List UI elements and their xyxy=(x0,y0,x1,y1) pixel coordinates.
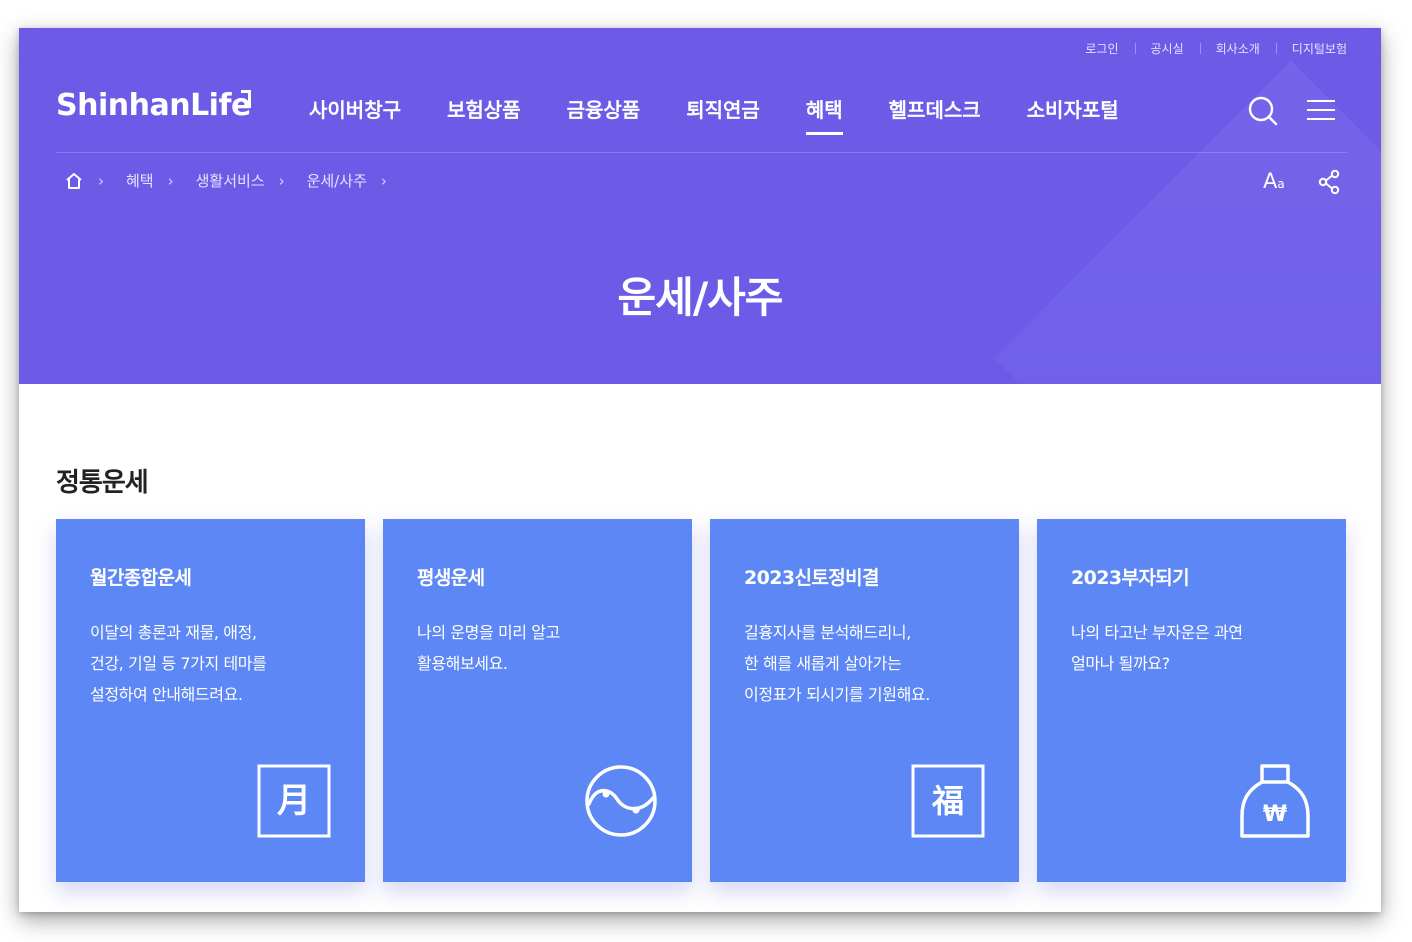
card-description: 나의 운명을 미리 알고 활용해보세요. xyxy=(417,623,560,673)
global-nav: 사이버창구 보험상품 금융상품 퇴직연금 혜택 헬프데스크 소비자포털 xyxy=(309,94,1165,135)
utility-disclosure-link[interactable]: 공시실 xyxy=(1134,40,1200,57)
gnb-item-insurance[interactable]: 보험상품 xyxy=(447,94,521,133)
breadcrumb-label: 생활서비스 xyxy=(195,172,265,190)
gnb-item-cyber[interactable]: 사이버창구 xyxy=(309,94,401,133)
section-title: 정통운세 xyxy=(56,468,149,498)
hero-banner: 로그인 공시실 회사소개 디지털보험 ShinhanLife 사이버창구 보험상… xyxy=(19,28,1381,384)
card-wealth-fortune[interactable]: 2023부자되기 나의 타고난 부자운은 과연 얼마나 될까요? ₩ xyxy=(1037,519,1346,882)
utility-login-link[interactable]: 로그인 xyxy=(1069,40,1134,57)
font-size-small-letter: a xyxy=(1277,177,1285,191)
breadcrumb-home[interactable]: › xyxy=(64,171,126,191)
chevron-right-icon: › xyxy=(98,171,104,190)
fortune-card-list: 월간종합운세 이달의 총론과 재물, 애정, 건강, 기일 등 7가지 테마를 … xyxy=(56,519,1346,882)
breadcrumb-item[interactable]: 운세/사주 › xyxy=(307,170,409,191)
gnb-item-helpdesk[interactable]: 헬프데스크 xyxy=(889,94,981,133)
card-title: 평생운세 xyxy=(417,567,485,589)
chevron-right-icon: › xyxy=(167,171,174,190)
card-title: 2023부자되기 xyxy=(1071,567,1190,589)
card-icon-glyph: 月 xyxy=(277,781,311,821)
calendar-month-icon: 月 xyxy=(257,764,331,838)
yin-yang-icon xyxy=(585,765,657,837)
gnb-item-pension[interactable]: 퇴직연금 xyxy=(686,94,760,133)
fortune-character-icon: 福 xyxy=(911,764,985,838)
share-icon[interactable] xyxy=(1317,169,1341,195)
menu-icon[interactable] xyxy=(1307,98,1335,122)
logo-mark-icon xyxy=(241,90,251,108)
utility-company-link[interactable]: 회사소개 xyxy=(1199,40,1276,57)
card-icon-glyph: 福 xyxy=(931,782,964,820)
breadcrumb-item[interactable]: 생활서비스 › xyxy=(196,170,307,191)
breadcrumb-label: 혜택 xyxy=(126,172,154,190)
card-description: 나의 타고난 부자운은 과연 얼마나 될까요? xyxy=(1071,623,1243,673)
chevron-right-icon: › xyxy=(380,171,387,190)
breadcrumb-item[interactable]: 혜택 › xyxy=(126,170,196,191)
breadcrumb: › 혜택 › 생활서비스 › 운세/사주 › xyxy=(64,170,409,191)
home-icon xyxy=(66,172,82,189)
gnb-item-benefits[interactable]: 혜택 xyxy=(805,94,843,135)
header-divider xyxy=(56,152,1347,153)
card-tojeong-fortune[interactable]: 2023신토정비결 길흉지사를 분석해드리니, 한 해를 새롭게 살아가는 이정… xyxy=(710,519,1019,882)
card-description: 길흉지사를 분석해드리니, 한 해를 새롭게 살아가는 이정표가 되시기를 기원… xyxy=(744,623,930,704)
gnb-item-finance[interactable]: 금융상품 xyxy=(567,94,641,133)
card-title: 월간종합운세 xyxy=(90,567,192,589)
browser-frame: 로그인 공시실 회사소개 디지털보험 ShinhanLife 사이버창구 보험상… xyxy=(19,28,1381,912)
chevron-right-icon: › xyxy=(278,171,285,190)
font-size-icon[interactable]: Aa xyxy=(1263,169,1293,195)
breadcrumb-label: 운세/사주 xyxy=(306,172,367,190)
page-title: 운세/사주 xyxy=(617,273,784,322)
card-description: 이달의 총론과 재물, 애정, 건강, 기일 등 7가지 테마를 설정하여 안내… xyxy=(90,623,267,704)
utility-nav: 로그인 공시실 회사소개 디지털보험 xyxy=(1069,40,1347,57)
money-bag-icon: ₩ xyxy=(1240,764,1310,838)
card-icon-glyph: ₩ xyxy=(1263,802,1287,827)
card-lifetime-fortune[interactable]: 평생운세 나의 운명을 미리 알고 활용해보세요. xyxy=(383,519,692,882)
logo[interactable]: ShinhanLife xyxy=(56,88,251,123)
search-icon[interactable] xyxy=(1248,96,1278,126)
card-monthly-fortune[interactable]: 월간종합운세 이달의 총론과 재물, 애정, 건강, 기일 등 7가지 테마를 … xyxy=(56,519,365,882)
font-size-large-letter: A xyxy=(1263,169,1278,193)
card-title: 2023신토정비결 xyxy=(744,567,879,589)
utility-digital-link[interactable]: 디지털보험 xyxy=(1275,40,1347,57)
gnb-item-consumer[interactable]: 소비자포털 xyxy=(1027,94,1119,133)
